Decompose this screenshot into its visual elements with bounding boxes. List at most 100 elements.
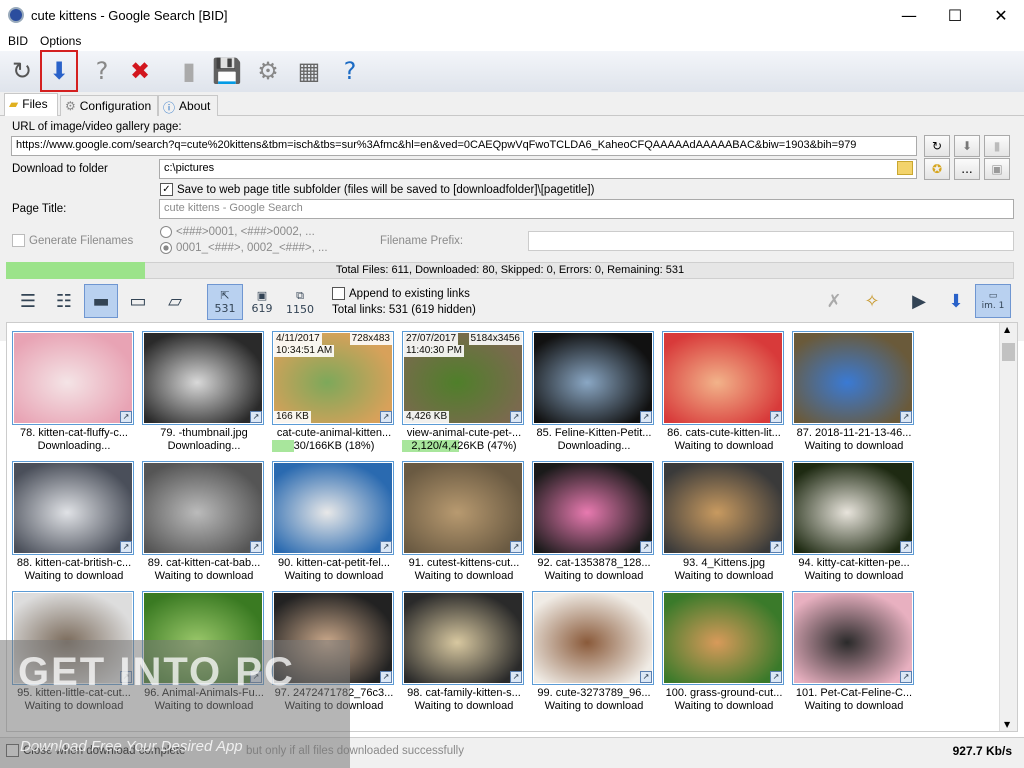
thumbnail-item[interactable]: ↗ 89. cat-kitten-cat-bab... Waiting to dow… xyxy=(142,461,266,589)
clear-url-button[interactable]: ▮ xyxy=(984,135,1010,157)
stop-toolbar-button[interactable]: ✖ xyxy=(123,54,157,88)
thumbnail-item[interactable]: ↗ 91. cutest-kittens-cut... Waiting to dow… xyxy=(402,461,526,589)
link-icon[interactable]: ↗ xyxy=(770,671,782,683)
link-icon[interactable]: ↗ xyxy=(900,411,912,423)
naming-radio-2[interactable]: 0001_<###>, 0002_<###>, ... xyxy=(160,242,328,254)
link-icon[interactable]: ↗ xyxy=(380,671,392,683)
remove-button[interactable]: ✗ xyxy=(817,284,851,318)
thumbnail-image[interactable]: ↗ xyxy=(532,461,654,555)
thumbnail-item[interactable]: 27/07/2017 11:40:30 PM 5184x3456 4,426 KB ↗ v… xyxy=(402,331,526,459)
folder-input[interactable]: c:\pictures xyxy=(159,159,917,179)
subfolder-checkbox[interactable]: ✓ xyxy=(160,183,173,196)
menu-bid[interactable]: BID xyxy=(8,34,28,48)
filter-all-button[interactable]: ⧉ 1150 xyxy=(283,284,317,320)
naming-radio-1[interactable]: <###>0001, <###>0002, ... xyxy=(160,226,315,238)
fetch-button[interactable]: ⬇ xyxy=(954,135,980,157)
page-title-input[interactable]: cute kittens - Google Search xyxy=(159,199,1014,219)
download-selected-button[interactable]: ⬇ xyxy=(939,284,973,318)
menu-options[interactable]: Options xyxy=(40,34,81,48)
close-when-done-checkbox[interactable] xyxy=(6,744,19,757)
generate-filenames-checkbox[interactable] xyxy=(12,234,25,247)
thumbnail-item[interactable]: ↗ 85. Feline-Kitten-Petit... Downloading..… xyxy=(532,331,656,459)
close-window-button[interactable]: ✕ xyxy=(978,0,1024,31)
link-icon[interactable]: ↗ xyxy=(510,671,522,683)
save-toolbar-button[interactable]: 💾 xyxy=(210,54,244,88)
list-view-button[interactable]: ☷ xyxy=(47,284,81,318)
radio-button[interactable] xyxy=(160,226,172,238)
thumbnail-image[interactable]: ↗ xyxy=(662,331,784,425)
thumbnail-image[interactable]: ↗ xyxy=(272,461,394,555)
thumbnail-item[interactable]: ↗ 78. kitten-cat-fluffy-c... Downloading..… xyxy=(12,331,136,459)
image-mode-button[interactable]: ▭ im. 1 xyxy=(975,284,1011,318)
link-icon[interactable]: ↗ xyxy=(770,541,782,553)
thumbnail-item[interactable]: ↗ 94. kitty-cat-kitten-pe... Waiting to do… xyxy=(792,461,916,589)
thumbnail-item[interactable]: ↗ 87. 2018-11-21-13-46... Waiting to downl… xyxy=(792,331,916,459)
large-thumbs-button[interactable]: ▱ xyxy=(158,284,192,318)
link-icon[interactable]: ↗ xyxy=(510,541,522,553)
more-options-button[interactable]: ... xyxy=(954,158,980,180)
download-toolbar-button[interactable]: ⬇ xyxy=(40,50,78,92)
thumbnail-image[interactable]: ↗ xyxy=(662,591,784,685)
thumbnail-image[interactable]: ↗ xyxy=(792,331,914,425)
radio-button[interactable] xyxy=(160,242,172,254)
thumbnail-item[interactable]: ↗ 98. cat-family-kitten-s... Waiting to do… xyxy=(402,591,526,719)
thumbnail-image[interactable]: ↗ xyxy=(142,461,264,555)
prefix-input[interactable] xyxy=(528,231,1014,251)
thumbnail-item[interactable]: ↗ 79. -thumbnail.jpg Downloading... xyxy=(142,331,266,459)
save-folder-button[interactable]: ▣ xyxy=(984,158,1010,180)
tab-configuration[interactable]: ⚙ Configuration xyxy=(60,95,158,116)
thumbnail-item[interactable]: ↗ 93. 4_Kittens.jpg Waiting to download xyxy=(662,461,786,589)
thumbnail-image[interactable]: 27/07/2017 11:40:30 PM 5184x3456 4,426 KB ↗ xyxy=(402,331,524,425)
link-icon[interactable]: ↗ xyxy=(250,541,262,553)
thumbnail-item[interactable]: ↗ 99. cute-3273789_96... Waiting to downlo… xyxy=(532,591,656,719)
settings-toolbar-button[interactable]: ⚙ xyxy=(251,54,285,88)
thumbnail-image[interactable]: ↗ xyxy=(142,331,264,425)
link-icon[interactable]: ↗ xyxy=(120,411,132,423)
link-icon[interactable]: ↗ xyxy=(380,411,392,423)
thumbnail-item[interactable]: 4/11/2017 10:34:51 AM 728x483 166 KB ↗ cat-cu… xyxy=(272,331,396,459)
door-toolbar-button[interactable]: ▮ xyxy=(172,54,206,88)
thumbnail-image[interactable]: ↗ xyxy=(402,461,524,555)
grid-toolbar-button[interactable]: ▦ xyxy=(292,54,326,88)
thumbnail-image[interactable]: ↗ xyxy=(402,591,524,685)
thumbnail-item[interactable]: ↗ 90. kitten-cat-petit-fel... Waiting to d… xyxy=(272,461,396,589)
tab-about[interactable]: ⓘ About xyxy=(158,95,218,116)
thumbnail-image[interactable]: 4/11/2017 10:34:51 AM 728x483 166 KB ↗ xyxy=(272,331,394,425)
filter-images-button[interactable]: ▣ 619 xyxy=(245,284,279,320)
clean-button[interactable]: ✧ xyxy=(855,284,889,318)
thumbnail-item[interactable]: ↗ 92. cat-1353878_128... Waiting to downlo… xyxy=(532,461,656,589)
thumbnail-image[interactable]: ↗ xyxy=(12,461,134,555)
medium-thumbs-button[interactable]: ▭ xyxy=(121,284,155,318)
link-icon[interactable]: ↗ xyxy=(900,671,912,683)
scroll-down-icon[interactable]: ▼ xyxy=(1004,720,1010,729)
append-option[interactable]: Append to existing links xyxy=(332,287,470,300)
thumbnail-image[interactable]: ↗ xyxy=(662,461,784,555)
link-icon[interactable]: ↗ xyxy=(250,411,262,423)
url-input[interactable]: https://www.google.com/search?q=cute%20k… xyxy=(11,136,917,156)
help-toolbar-button[interactable]: ? xyxy=(85,54,119,88)
thumbnail-item[interactable]: ↗ 101. Pet-Cat-Feline-C... Waiting to down… xyxy=(792,591,916,719)
minimize-button[interactable]: — xyxy=(886,0,932,31)
link-icon[interactable]: ↗ xyxy=(510,411,522,423)
scroll-up-icon[interactable]: ▲ xyxy=(1004,325,1010,334)
generate-filenames-option[interactable]: Generate Filenames xyxy=(12,234,133,247)
scroll-thumb[interactable] xyxy=(1002,343,1015,361)
preview-button[interactable]: ▶ xyxy=(902,284,936,318)
open-folder-button[interactable]: ✪ xyxy=(924,158,950,180)
refresh-toolbar-button[interactable]: ↻ xyxy=(5,54,39,88)
thumbnail-image[interactable]: ↗ xyxy=(792,461,914,555)
subfolder-option[interactable]: ✓ Save to web page title subfolder (file… xyxy=(160,183,594,196)
link-icon[interactable]: ↗ xyxy=(640,411,652,423)
link-icon[interactable]: ↗ xyxy=(640,671,652,683)
thumbnail-image[interactable]: ↗ xyxy=(792,591,914,685)
link-icon[interactable]: ↗ xyxy=(770,411,782,423)
link-icon[interactable]: ↗ xyxy=(640,541,652,553)
small-thumbs-button[interactable]: ▬ xyxy=(84,284,118,318)
maximize-button[interactable]: ☐ xyxy=(932,0,978,31)
manual-toolbar-button[interactable]: ? xyxy=(333,54,367,88)
append-checkbox[interactable] xyxy=(332,287,345,300)
browse-folder-icon[interactable] xyxy=(897,161,913,175)
vertical-scrollbar[interactable]: ▲ ▼ xyxy=(999,323,1017,731)
tab-files[interactable]: ▰ Files xyxy=(4,93,58,117)
thumbnail-item[interactable]: ↗ 100. grass-ground-cut... Waiting to down… xyxy=(662,591,786,719)
